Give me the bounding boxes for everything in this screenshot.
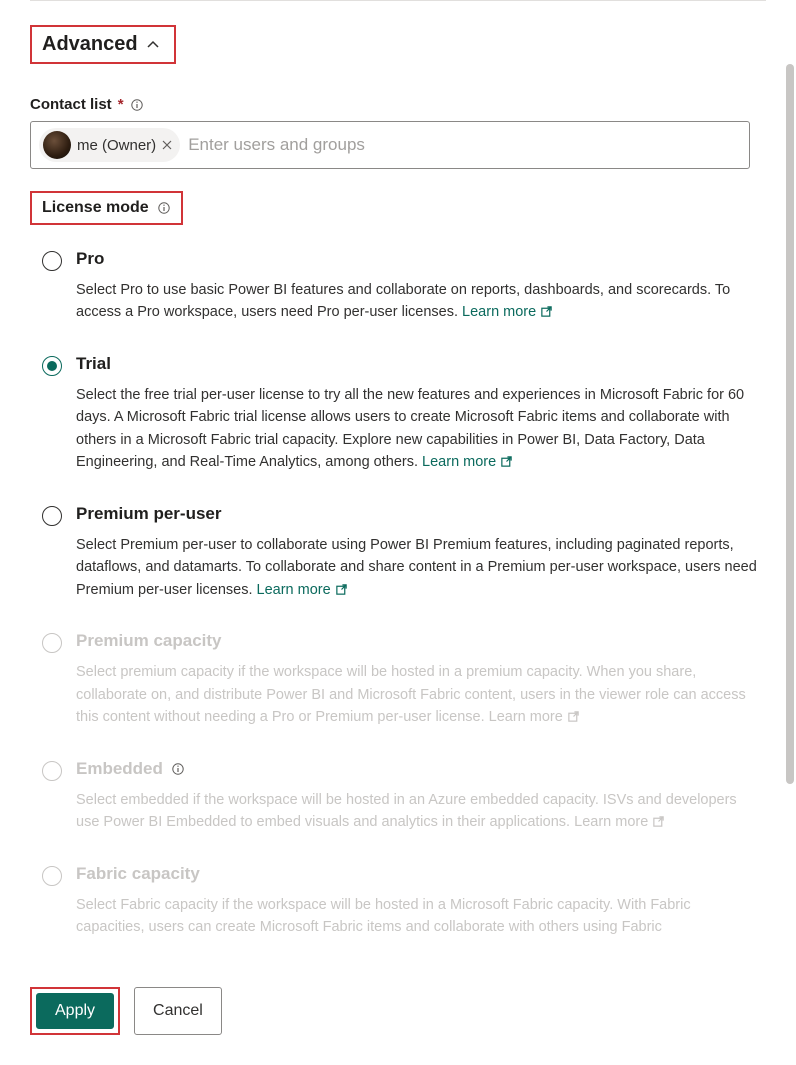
info-icon[interactable]	[171, 762, 185, 776]
license-mode-heading: License mode	[30, 191, 183, 225]
license-option-title: Premium per-user	[76, 504, 760, 524]
avatar	[43, 131, 71, 159]
license-option-premium-capacity: Premium capacity Select premium capacity…	[30, 625, 766, 752]
external-link-icon	[652, 813, 665, 835]
license-option-pro[interactable]: Pro Select Pro to use basic Power BI fea…	[30, 243, 766, 348]
contact-chip[interactable]: me (Owner)	[39, 128, 180, 162]
license-option-desc: Select Premium per-user to collaborate u…	[76, 534, 760, 603]
info-icon[interactable]	[130, 98, 144, 112]
apply-button[interactable]: Apply	[36, 993, 114, 1029]
learn-more-link[interactable]: Learn more	[422, 454, 513, 470]
scrollbar[interactable]	[786, 64, 794, 784]
license-option-title: Premium capacity	[76, 631, 760, 651]
contact-list-label: Contact list *	[30, 96, 766, 113]
external-link-icon	[335, 581, 348, 603]
license-option-title: Embedded	[76, 759, 760, 779]
radio-pro[interactable]	[42, 251, 62, 271]
divider	[30, 0, 766, 1]
license-option-desc: Select Pro to use basic Power BI feature…	[76, 279, 760, 326]
learn-more-link[interactable]: Learn more	[462, 304, 553, 320]
contact-list-input[interactable]: me (Owner)	[30, 121, 750, 169]
license-option-trial[interactable]: Trial Select the free trial per-user lic…	[30, 348, 766, 498]
license-option-desc: Select embedded if the workspace will be…	[76, 789, 760, 836]
learn-more-link: Learn more	[574, 814, 665, 830]
external-link-icon	[500, 453, 513, 475]
external-link-icon	[540, 303, 553, 325]
radio-embedded	[42, 761, 62, 781]
license-option-fabric-capacity: Fabric capacity Select Fabric capacity i…	[30, 858, 766, 961]
license-option-desc: Select Fabric capacity if the workspace …	[76, 894, 760, 939]
learn-more-link[interactable]: Learn more	[257, 582, 348, 598]
license-option-title: Pro	[76, 249, 760, 269]
radio-premium-per-user[interactable]	[42, 506, 62, 526]
chevron-up-icon	[142, 34, 164, 56]
radio-fabric-capacity	[42, 866, 62, 886]
learn-more-link: Learn more	[489, 709, 580, 725]
license-option-desc: Select premium capacity if the workspace…	[76, 661, 760, 730]
contact-list-label-text: Contact list	[30, 96, 112, 113]
license-option-title: Trial	[76, 354, 760, 374]
license-option-embedded: Embedded Select embedded if the workspac…	[30, 753, 766, 858]
required-asterisk: *	[118, 96, 124, 113]
license-option-premium-per-user[interactable]: Premium per-user Select Premium per-user…	[30, 498, 766, 625]
close-icon[interactable]	[162, 137, 172, 153]
license-option-title: Fabric capacity	[76, 864, 760, 884]
license-option-desc: Select the free trial per-user license t…	[76, 384, 760, 476]
contact-entry-field[interactable]	[188, 135, 741, 155]
external-link-icon	[567, 708, 580, 730]
radio-trial[interactable]	[42, 356, 62, 376]
cancel-button[interactable]: Cancel	[134, 987, 222, 1035]
advanced-expander-label: Advanced	[42, 33, 138, 56]
advanced-expander[interactable]: Advanced	[30, 25, 176, 64]
radio-premium-capacity	[42, 633, 62, 653]
info-icon[interactable]	[157, 201, 171, 215]
license-mode-heading-text: License mode	[42, 199, 149, 217]
contact-chip-label: me (Owner)	[77, 137, 156, 154]
